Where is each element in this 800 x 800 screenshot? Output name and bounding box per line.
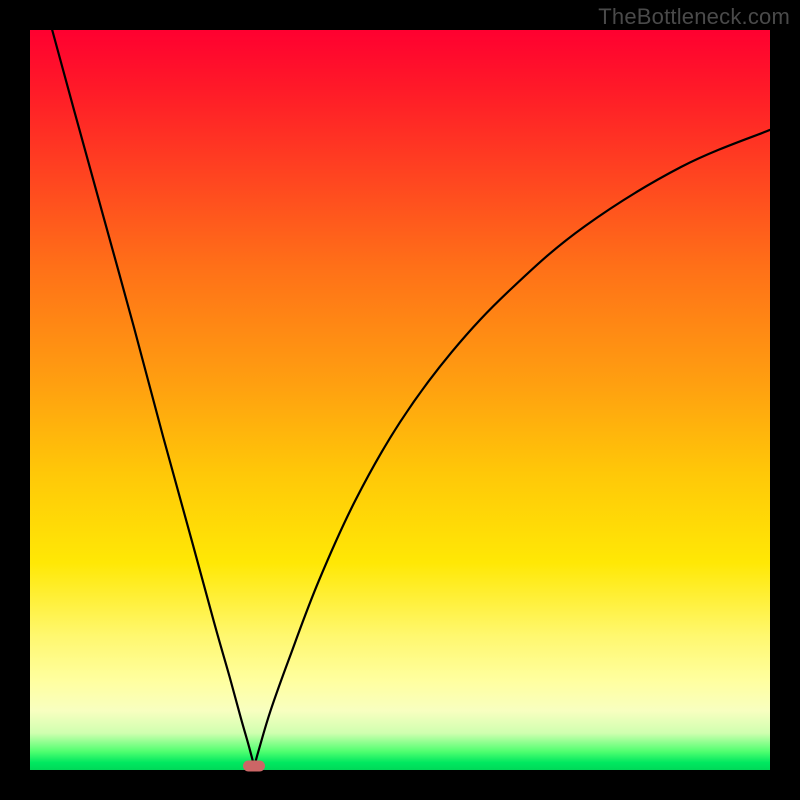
right-branch-path	[254, 130, 770, 766]
plot-area	[30, 30, 770, 770]
min-marker	[243, 760, 265, 771]
left-branch-path	[52, 30, 254, 766]
watermark-text: TheBottleneck.com	[598, 4, 790, 30]
curve-layer	[30, 30, 770, 770]
chart-frame: TheBottleneck.com	[0, 0, 800, 800]
